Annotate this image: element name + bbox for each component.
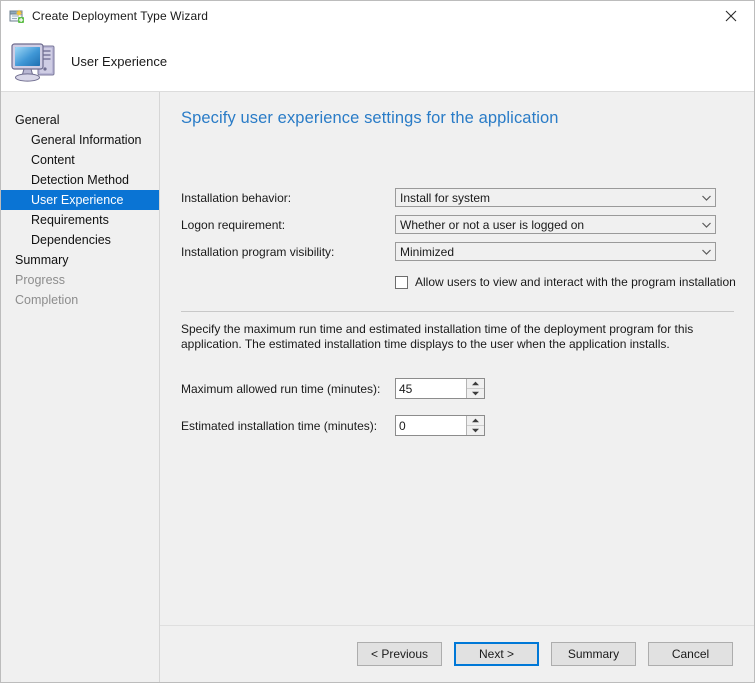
sidebar-item-summary[interactable]: Summary xyxy=(1,250,159,270)
installation-program-visibility-row: Installation program visibility: Minimiz… xyxy=(181,242,736,261)
chevron-down-icon xyxy=(698,216,715,233)
logon-requirement-value: Whether or not a user is logged on xyxy=(400,217,585,232)
timing-field-group: Maximum allowed run time (minutes): 45 E… xyxy=(181,378,736,436)
sidebar-item-general-information[interactable]: General Information xyxy=(1,130,159,150)
wizard-window-icon xyxy=(9,8,25,24)
max-run-time-value[interactable]: 45 xyxy=(396,379,466,398)
stepper-up-icon[interactable] xyxy=(467,416,484,426)
sidebar-item-detection-method[interactable]: Detection Method xyxy=(1,170,159,190)
header-title: User Experience xyxy=(71,53,168,69)
max-run-time-label: Maximum allowed run time (minutes): xyxy=(181,381,381,396)
window-title: Create Deployment Type Wizard xyxy=(32,9,209,23)
sidebar-item-user-experience[interactable]: User Experience xyxy=(1,190,159,210)
content-inner: Specify user experience settings for the… xyxy=(160,92,754,625)
sidebar-item-requirements[interactable]: Requirements xyxy=(1,210,159,230)
wizard-footer: < Previous Next > Summary Cancel xyxy=(160,626,754,682)
estimated-install-time-stepper[interactable]: 0 xyxy=(395,415,485,436)
logon-requirement-select[interactable]: Whether or not a user is logged on xyxy=(395,215,716,234)
installation-behavior-select[interactable]: Install for system xyxy=(395,188,716,207)
section-description: Specify the maximum run time and estimat… xyxy=(181,322,694,351)
page-title: Specify user experience settings for the… xyxy=(181,109,559,127)
wizard-window: Create Deployment Type Wizard User Exper… xyxy=(0,0,755,683)
max-run-time-stepper-buttons xyxy=(466,379,484,398)
installation-program-visibility-select[interactable]: Minimized xyxy=(395,242,716,261)
sidebar-item-content[interactable]: Content xyxy=(1,150,159,170)
previous-button[interactable]: < Previous xyxy=(357,642,442,666)
stepper-down-icon[interactable] xyxy=(467,389,484,398)
max-run-time-row: Maximum allowed run time (minutes): 45 xyxy=(181,378,736,399)
logon-requirement-label: Logon requirement: xyxy=(181,217,286,232)
settings-field-group: Installation behavior: Install for syste… xyxy=(181,188,736,289)
estimated-install-time-value[interactable]: 0 xyxy=(396,416,466,435)
chevron-down-icon xyxy=(698,243,715,260)
allow-users-interact-checkbox[interactable] xyxy=(395,275,408,289)
chevron-down-icon xyxy=(698,189,715,206)
installation-behavior-row: Installation behavior: Install for syste… xyxy=(181,188,736,207)
sidebar-item-dependencies[interactable]: Dependencies xyxy=(1,230,159,250)
wizard-content: Specify user experience settings for the… xyxy=(160,92,754,682)
sidebar-item-progress: Progress xyxy=(15,273,66,287)
estimated-install-time-label: Estimated installation time (minutes): xyxy=(181,418,378,433)
summary-button[interactable]: Summary xyxy=(551,642,636,666)
next-button[interactable]: Next > xyxy=(454,642,539,666)
stepper-down-icon[interactable] xyxy=(467,426,484,435)
installation-behavior-value: Install for system xyxy=(400,190,491,205)
installation-behavior-label: Installation behavior: xyxy=(181,190,292,205)
section-divider xyxy=(181,311,734,312)
installation-program-visibility-value: Minimized xyxy=(400,244,455,259)
allow-users-interact-label: Allow users to view and interact with th… xyxy=(415,275,736,289)
stepper-up-icon[interactable] xyxy=(467,379,484,389)
wizard-header: User Experience xyxy=(1,31,754,92)
close-icon xyxy=(725,10,737,22)
estimated-install-time-row: Estimated installation time (minutes): 0 xyxy=(181,415,736,436)
computer-icon xyxy=(9,38,59,84)
max-run-time-stepper[interactable]: 45 xyxy=(395,378,485,399)
sidebar-item-general[interactable]: General xyxy=(1,110,159,130)
estimated-install-time-stepper-buttons xyxy=(466,416,484,435)
title-bar: Create Deployment Type Wizard xyxy=(1,1,754,31)
wizard-steps-sidebar: General General Information Content Dete… xyxy=(1,92,160,682)
allow-users-interact-row: Allow users to view and interact with th… xyxy=(395,275,736,289)
close-button[interactable] xyxy=(708,1,754,30)
wizard-body: General General Information Content Dete… xyxy=(1,92,754,682)
sidebar-item-completion: Completion xyxy=(15,293,79,307)
installation-program-visibility-label: Installation program visibility: xyxy=(181,244,335,259)
logon-requirement-row: Logon requirement: Whether or not a user… xyxy=(181,215,736,234)
cancel-button[interactable]: Cancel xyxy=(648,642,733,666)
